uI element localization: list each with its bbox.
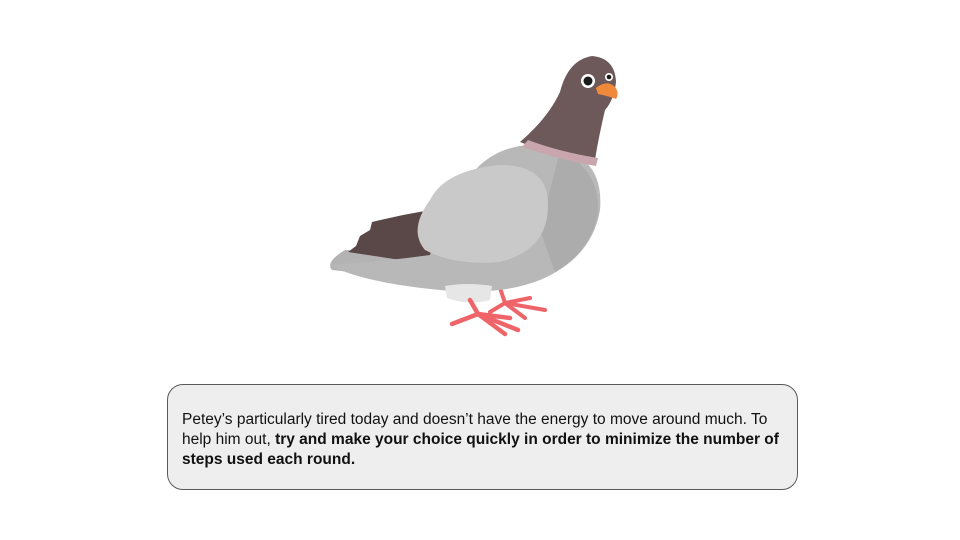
pigeon-wing [417, 165, 548, 263]
slide: Petey’s particularly tired today and doe… [0, 0, 960, 540]
pigeon-pupil [583, 76, 593, 86]
pigeon-illustration [330, 56, 618, 337]
instruction-box: Petey’s particularly tired today and doe… [167, 384, 798, 490]
pigeon-back-foot [488, 286, 547, 320]
